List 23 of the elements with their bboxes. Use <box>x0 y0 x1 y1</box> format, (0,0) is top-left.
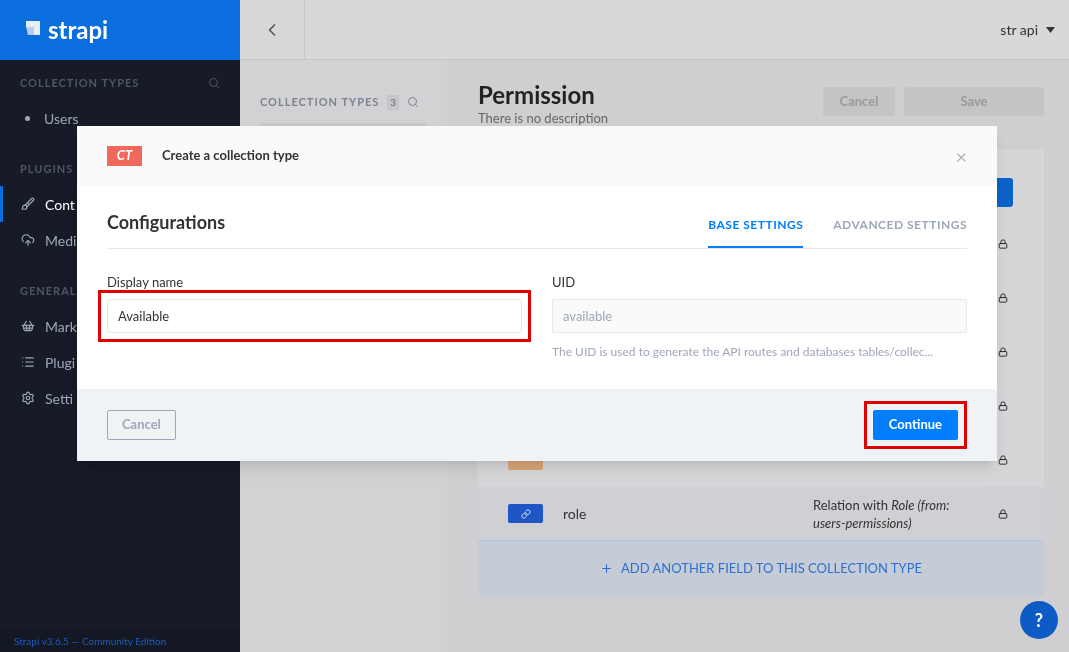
field-type: Relation with Role (from: users-permissions) <box>813 495 951 532</box>
logo-text: strapi <box>48 14 109 46</box>
field-label: Display name <box>107 273 185 292</box>
section-heading: COLLECTION TYPES <box>20 74 140 91</box>
page-title: Permission <box>478 80 596 110</box>
section-title: Configurations <box>107 210 226 235</box>
ct-badge: CT <box>107 146 142 166</box>
section-heading: PLUGINS <box>20 160 74 177</box>
count-badge: 3 <box>387 94 400 110</box>
nav-label: Plugi <box>45 352 76 373</box>
nav-label: Mark <box>45 316 77 337</box>
version-text: Strapi v3.6.5 — Community Edition <box>14 633 167 649</box>
page-description: There is no description <box>478 110 609 126</box>
nav-label: Users <box>44 108 79 129</box>
nav-label: Cont <box>45 194 75 215</box>
modal-title: Create a collection type <box>162 146 299 166</box>
field-name: role <box>563 504 588 524</box>
nav-label: Setti <box>45 388 73 409</box>
subnav-heading: COLLECTION TYPES <box>260 94 380 110</box>
nav-label: Medi <box>45 230 77 251</box>
field-hint: The UID is used to generate the API routes and databases tables/collec... <box>552 342 935 361</box>
field-label: UID <box>552 273 577 292</box>
section-heading: GENERAL <box>20 282 77 299</box>
